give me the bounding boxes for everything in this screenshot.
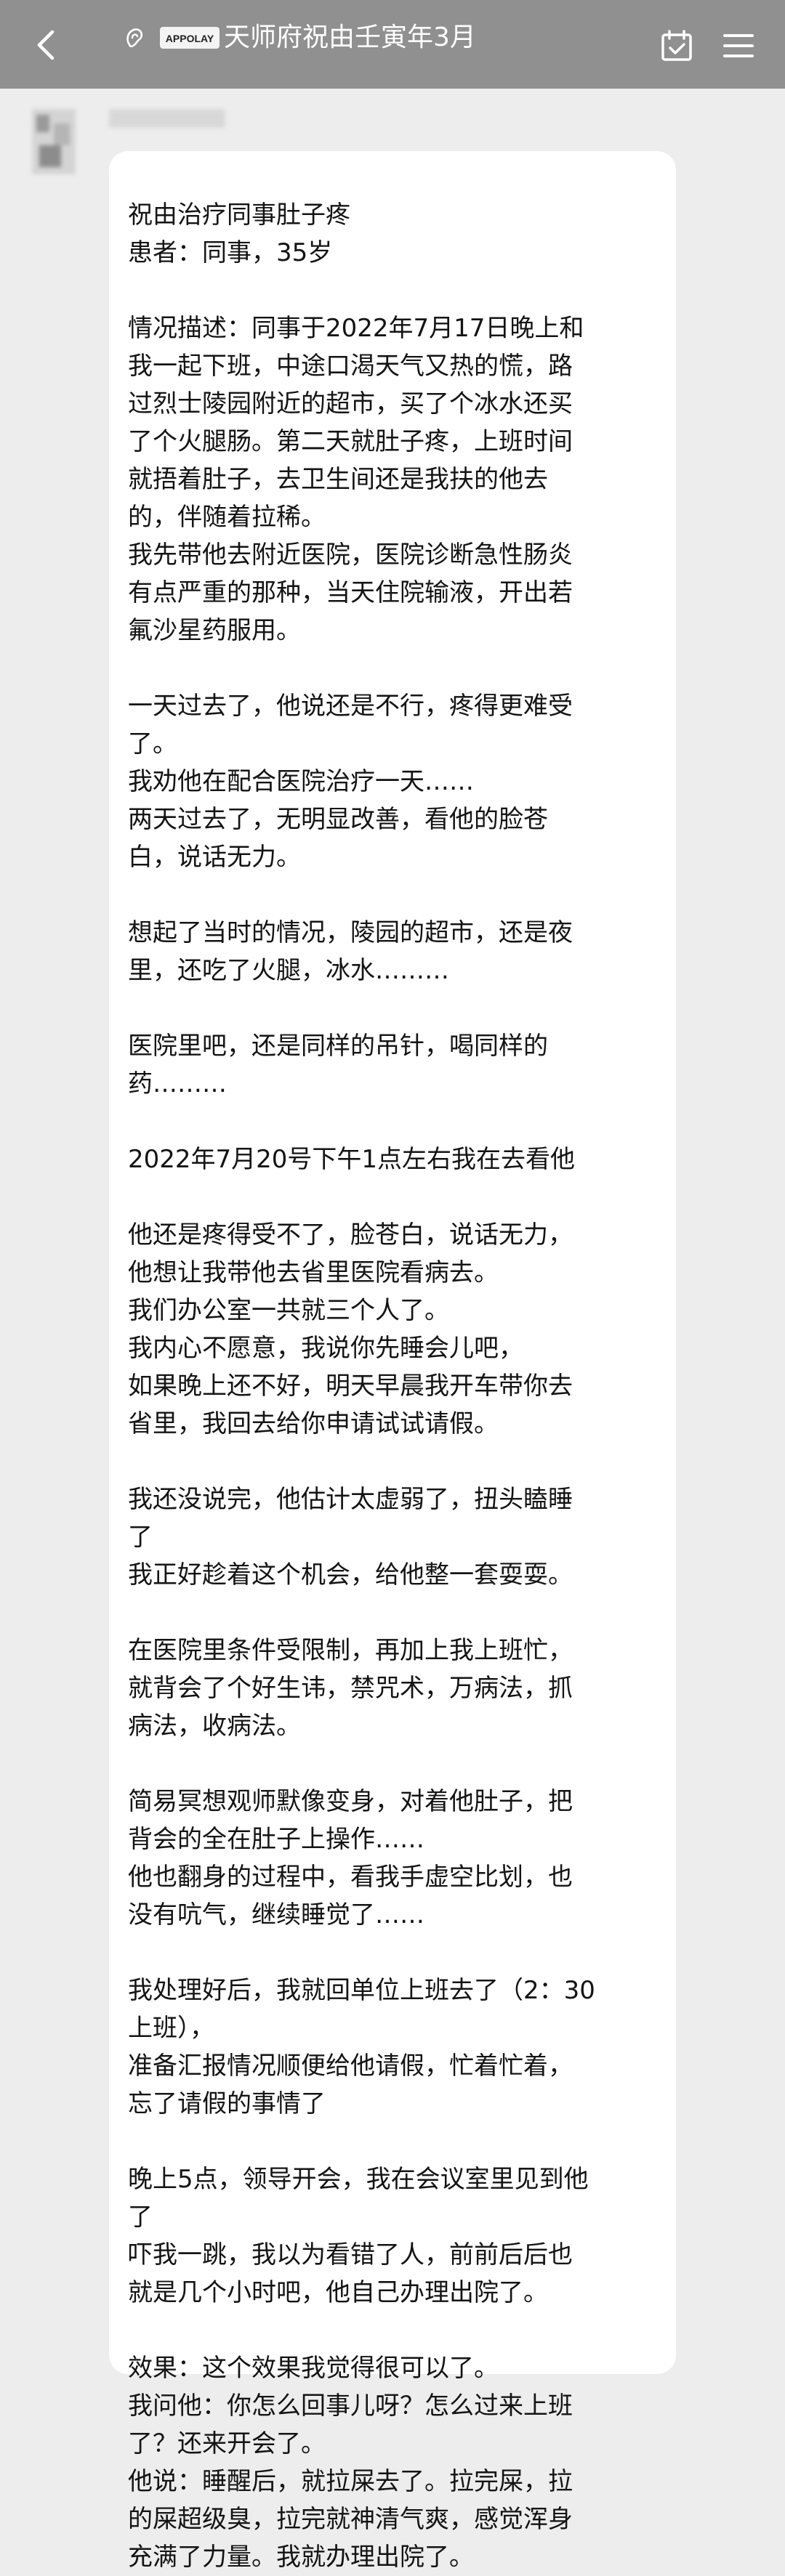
- message-line: 的，伴随着拉稀。: [128, 503, 326, 532]
- message-line: 他也翻身的过程中，看我手虚空比划，也: [128, 1863, 573, 1892]
- chevron-left-icon[interactable]: [32, 29, 61, 61]
- message-line: 我正好趁着这个机会，给他整一套耍耍。: [128, 1560, 573, 1589]
- message-line: 祝由治疗同事肚子疼: [128, 201, 350, 230]
- message-line: 背会的全在肚子上操作……: [128, 1825, 424, 1854]
- message-line: 我一起下班，中途口渴天气又热的慌，路: [128, 352, 573, 381]
- message-line: 就是几个小时吧，他自己办理出院了。: [128, 2278, 548, 2307]
- message-line: 他还是疼得受不了，脸苍白，说话无力，: [128, 1220, 573, 1249]
- calendar-check-icon[interactable]: [660, 29, 693, 62]
- sender-name-blurred: [109, 109, 225, 128]
- message-text: 祝由治疗同事肚子疼 患者：同事，35岁情况描述：同事于2022年7月17日晚上和我…: [128, 196, 659, 2576]
- message-line: 省里，我回去给你申请试试请假。: [128, 1409, 499, 1438]
- message-line: 一天过去了，他说还是不行，疼得更难受: [128, 692, 573, 721]
- message-line: 我问他：你怎么回事儿呀？怎么过来上班: [128, 2391, 573, 2421]
- message-line: 里，还吃了火腿，冰水………: [128, 956, 449, 985]
- message-line: 上班），: [128, 2014, 214, 2043]
- message-line: 在医院里条件受限制，再加上我上班忙，: [128, 1636, 573, 1665]
- message-line: 白，说话无力。: [128, 843, 301, 872]
- message-line: 过烈士陵园附近的超市，买了个冰水还买: [128, 389, 573, 418]
- message-line: 他说：睡醒后，就拉屎去了。拉完屎，拉: [128, 2467, 573, 2496]
- message-line: 2022年7月20号下午1点左右我在去看他: [128, 1145, 576, 1174]
- message-line: 病法，收病法。: [128, 1712, 301, 1741]
- message-line: 药………: [128, 1069, 227, 1098]
- svg-text:APPOLAY: APPOLAY: [166, 33, 214, 44]
- message-line: 效果：这个效果我觉得很可以了。: [128, 2354, 499, 2383]
- message-line: 忘了请假的事情了: [128, 2089, 326, 2118]
- group-logo-image: APPOLAY: [160, 27, 220, 49]
- message-line: 就背会了个好生讳，禁咒术，万病法，抓: [128, 1674, 573, 1703]
- top-navigation-bar: APPOLAY 天师府祝由壬寅年3月: [0, 0, 785, 89]
- message-line: 准备汇报情况顺便给他请假，忙着忙着，: [128, 2052, 573, 2081]
- message-line: 我还没说完，他估计太虚弱了，扭头瞌睡: [128, 1485, 573, 1514]
- message-line: 晚上5点，领导开会，我在会议室里见到他: [128, 2165, 589, 2194]
- message-line: 想起了当时的情况，陵园的超市，还是夜: [128, 918, 573, 947]
- message-line: 了: [128, 1523, 153, 1552]
- message-line: 我们办公室一共就三个人了。: [128, 1296, 449, 1325]
- message-line: 我先带他去附近医院，医院诊断急性肠炎: [128, 540, 573, 570]
- message-line: 两天过去了，无明显改善，看他的脸苍: [128, 805, 548, 834]
- message-line: 有点严重的那种，当天住院输液，开出若: [128, 578, 573, 607]
- message-line: 吓我一跳，我以为看错了人，前前后后也: [128, 2240, 573, 2269]
- menu-icon[interactable]: [722, 32, 754, 60]
- message-line: 氟沙星药服用。: [128, 616, 301, 645]
- message-line: 的屎超级臭，拉完就神清气爽，感觉浑身: [128, 2505, 573, 2534]
- message-line: 就捂着肚子，去卫生间还是我扶的他去: [128, 465, 548, 494]
- message-line: 患者：同事，35岁: [128, 238, 333, 267]
- ear-icon: [126, 28, 143, 48]
- message-line: 没有吭气，继续睡觉了……: [128, 1900, 424, 1929]
- chat-title-area: APPOLAY 天师府祝由壬寅年3月: [122, 16, 476, 60]
- message-line: 我处理好后，我就回单位上班去了（2：30: [128, 1976, 595, 2005]
- message-line: 我劝他在配合医院治疗一天……: [128, 767, 474, 796]
- message-line: 了个火腿肠。第二天就肚子疼，上班时间: [128, 427, 573, 456]
- sender-avatar[interactable]: [32, 109, 76, 174]
- message-line: 了。: [128, 729, 177, 758]
- message-line: 医院里吧，还是同样的吊针，喝同样的: [128, 1032, 548, 1061]
- chat-title: 天师府祝由壬寅年3月: [224, 23, 476, 52]
- message-line: 充满了力量。我就办理出院了。: [128, 2543, 474, 2572]
- message-line: 了: [128, 2203, 153, 2232]
- message-line: 了？还来开会了。: [128, 2429, 326, 2458]
- message-line: 他想让我带他去省里医院看病去。: [128, 1258, 499, 1287]
- message-line: 如果晚上还不好，明天早晨我开车带你去: [128, 1372, 573, 1401]
- message-line: 情况描述：同事于2022年7月17日晚上和: [128, 314, 584, 343]
- message-line: 我内心不愿意，我说你先睡会儿吧，: [128, 1334, 523, 1363]
- message-line: 简易冥想观师默像变身，对着他肚子，把: [128, 1787, 573, 1816]
